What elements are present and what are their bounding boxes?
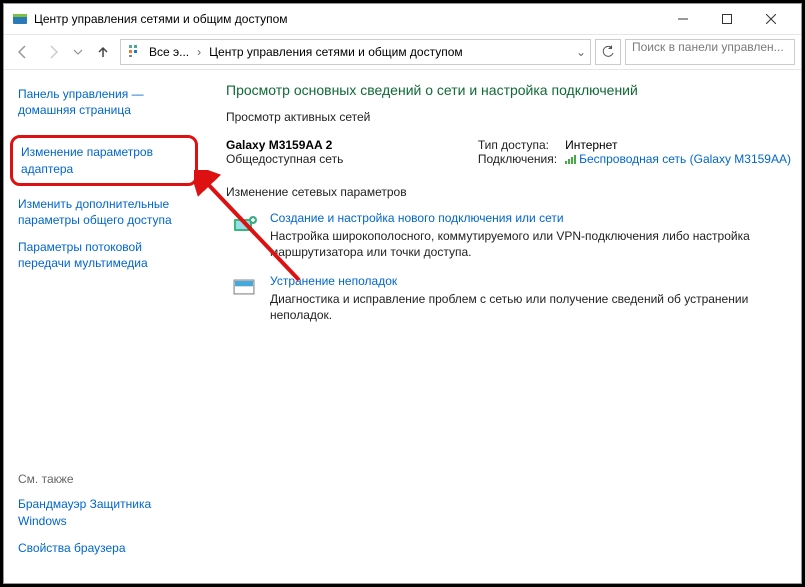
change-settings-legend: Изменение сетевых параметров (226, 185, 413, 199)
nav-back-button[interactable] (10, 39, 36, 65)
active-networks-section: Просмотр активных сетей Galaxy M3159AA 2… (226, 110, 791, 171)
connection-link-text: Беспроводная сеть (Galaxy M3159AA) (579, 152, 791, 166)
troubleshoot-icon (232, 277, 258, 299)
change-settings-section: Изменение сетевых параметров Создание и … (226, 185, 791, 330)
nav-recent-button[interactable] (70, 39, 86, 65)
breadcrumb-1[interactable]: Все э... (145, 45, 193, 59)
connections-label: Подключения: (478, 152, 557, 166)
task-troubleshoot-desc: Диагностика и исправление проблем с сеть… (270, 291, 791, 323)
sidebar-firewall-link[interactable]: Брандмауэр Защитника Windows (18, 496, 190, 528)
content: Просмотр основных сведений о сети и наст… (204, 70, 801, 583)
task-troubleshoot-link[interactable]: Устранение неполадок (270, 274, 791, 288)
task-new-connection: Создание и настройка нового подключения … (226, 203, 791, 266)
chevron-down-icon[interactable]: ⌄ (576, 45, 586, 59)
close-button[interactable] (749, 4, 793, 34)
address-bar[interactable]: Все э... › Центр управления сетями и общ… (120, 39, 591, 65)
sidebar-home-link[interactable]: Панель управления — домашняя страница (18, 86, 190, 118)
breadcrumb-icon (125, 43, 141, 62)
task-new-connection-link[interactable]: Создание и настройка нового подключения … (270, 211, 791, 225)
navbar: Все э... › Центр управления сетями и общ… (4, 34, 801, 70)
body: Панель управления — домашняя страница Из… (4, 70, 801, 583)
network-row: Galaxy M3159AA 2 Общедоступная сеть Тип … (226, 128, 791, 171)
network-type: Общедоступная сеть (226, 152, 343, 166)
sidebar-sharing-link[interactable]: Изменить дополнительные параметры общего… (18, 196, 190, 228)
refresh-button[interactable] (595, 39, 621, 65)
connection-link[interactable]: Беспроводная сеть (Galaxy M3159AA) (565, 152, 791, 167)
wifi-icon (565, 153, 577, 167)
window: Центр управления сетями и общим доступом (3, 3, 802, 584)
chevron-right-icon: › (197, 45, 201, 59)
new-connection-icon (232, 214, 258, 236)
task-troubleshoot: Устранение неполадок Диагностика и испра… (226, 266, 791, 329)
page-heading: Просмотр основных сведений о сети и наст… (226, 82, 791, 98)
titlebar: Центр управления сетями и общим доступом (4, 4, 801, 34)
sidebar: Панель управления — домашняя страница Из… (4, 70, 204, 583)
sidebar-browser-link[interactable]: Свойства браузера (18, 540, 190, 556)
search-input[interactable]: Поиск в панели управлен... (625, 39, 795, 65)
nav-up-button[interactable] (90, 39, 116, 65)
task-new-connection-desc: Настройка широкополосного, коммутируемог… (270, 228, 791, 260)
breadcrumb-2[interactable]: Центр управления сетями и общим доступом (205, 45, 467, 59)
app-icon (12, 11, 28, 27)
sidebar-streaming-link[interactable]: Параметры потоковой передачи мультимедиа (18, 239, 190, 271)
sidebar-adapter-link[interactable]: Изменение параметров адаптера (21, 144, 187, 176)
access-type-label: Тип доступа: (478, 138, 557, 152)
window-title: Центр управления сетями и общим доступом (34, 12, 661, 26)
access-type-value: Интернет (565, 138, 791, 152)
maximize-button[interactable] (705, 4, 749, 34)
active-networks-legend: Просмотр активных сетей (226, 110, 376, 124)
highlight-box: Изменение параметров адаптера (10, 135, 198, 185)
seealso-label: См. также (18, 472, 190, 486)
nav-forward-button[interactable] (40, 39, 66, 65)
network-name: Galaxy M3159AA 2 (226, 138, 343, 152)
minimize-button[interactable] (661, 4, 705, 34)
